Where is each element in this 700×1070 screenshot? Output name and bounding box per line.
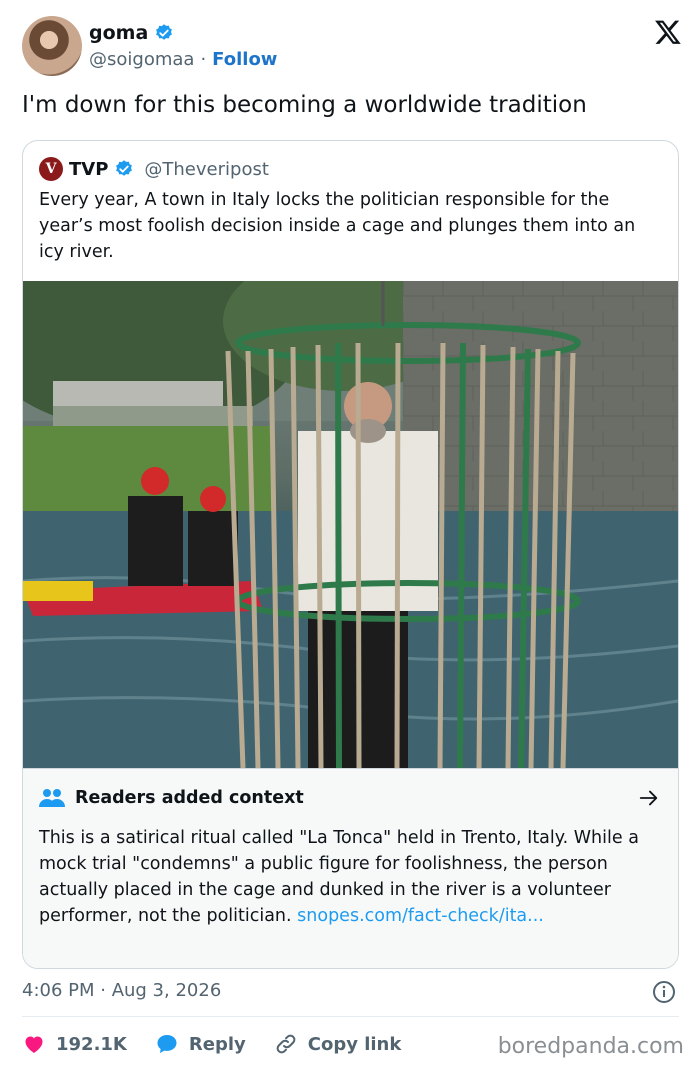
like-count: 192.1K: [56, 1033, 127, 1055]
arrow-right-icon[interactable]: [638, 787, 660, 809]
verified-badge-icon: [156, 24, 173, 40]
author-handle-row: @soigomaa · Follow: [89, 49, 277, 70]
action-bar: 192.1K Reply Copy link: [22, 1030, 429, 1058]
tweet-header: goma @soigomaa · Follow: [22, 16, 682, 78]
reply-bubble-icon: [157, 1035, 177, 1053]
x-logo-icon[interactable]: [654, 18, 682, 46]
like-button[interactable]: 192.1K: [22, 1032, 127, 1056]
quoted-avatar[interactable]: V: [39, 157, 63, 181]
author-name-row: goma: [89, 22, 174, 44]
divider: [22, 1016, 679, 1017]
author-handle[interactable]: @soigomaa: [89, 49, 194, 70]
avatar[interactable]: [22, 16, 82, 76]
tweet-timestamp[interactable]: 4:06 PM · Aug 3, 2026: [22, 980, 221, 1001]
quoted-header: V TVP @Theveripost: [39, 157, 269, 181]
reply-button[interactable]: Reply: [155, 1032, 246, 1056]
context-text: This is a satirical ritual called "La To…: [39, 825, 669, 929]
quoted-photo[interactable]: [23, 281, 678, 768]
tweet-text: I'm down for this becoming a worldwide t…: [22, 92, 587, 118]
reply-label: Reply: [188, 1033, 246, 1055]
quoted-handle[interactable]: @Theveripost: [144, 159, 268, 180]
author-name[interactable]: goma: [89, 22, 148, 44]
context-source-link[interactable]: snopes.com/fact-check/ita...: [297, 906, 544, 926]
copy-link-button[interactable]: Copy link: [274, 1032, 402, 1056]
quoted-name[interactable]: TVP: [69, 159, 108, 180]
copy-link-label: Copy link: [307, 1033, 402, 1055]
watermark: boredpanda.com: [497, 1034, 684, 1059]
context-title: Readers added context: [75, 788, 304, 808]
readers-context-note[interactable]: Readers added context This is a satirica…: [23, 768, 678, 968]
info-icon[interactable]: [652, 980, 676, 1004]
separator: ·: [200, 49, 207, 70]
quoted-tweet[interactable]: V TVP @Theveripost Every year, A town in…: [22, 140, 679, 969]
photo-scene: [23, 281, 678, 768]
heart-icon: [25, 1036, 43, 1053]
context-header: Readers added context: [39, 787, 304, 809]
link-icon: [276, 1034, 296, 1054]
people-icon: [39, 789, 65, 807]
follow-button[interactable]: Follow: [212, 49, 277, 70]
verified-badge-icon: [116, 160, 133, 176]
quoted-text: Every year, A town in Italy locks the po…: [39, 190, 636, 262]
